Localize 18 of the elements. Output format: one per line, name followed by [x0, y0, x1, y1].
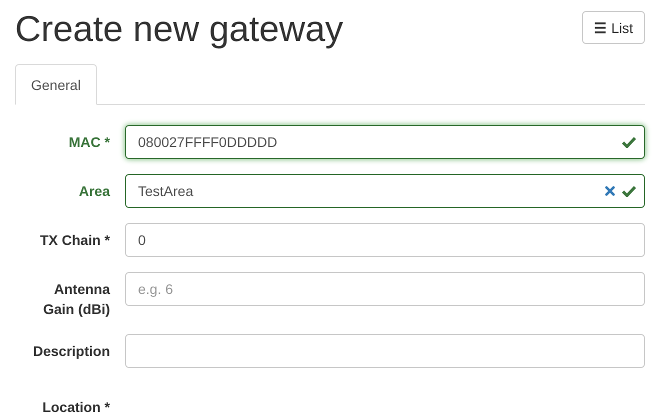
general-tab[interactable]: General: [15, 64, 97, 105]
input-field[interactable]: 080027FFFF0DDDDD: [125, 125, 645, 159]
field-label: Description: [32, 342, 110, 361]
input-field[interactable]: TestArea: [125, 174, 645, 208]
check-icon: [622, 136, 636, 148]
field-label: Area: [78, 182, 110, 201]
field-label: Antenna Gain (dBi): [42, 280, 110, 319]
clear-icon[interactable]: [605, 186, 615, 196]
check-icon: [622, 185, 636, 197]
field-label: TX Chain *: [38, 231, 110, 250]
list-icon: ☰: [594, 20, 608, 36]
input-field[interactable]: [125, 334, 645, 368]
page-title: Create new gateway: [15, 9, 344, 49]
field-label: MAC *: [68, 133, 110, 152]
field-label: Location *: [41, 398, 110, 414]
list-button[interactable]: ☰ List: [582, 11, 645, 44]
input-field[interactable]: e.g. 6: [125, 272, 645, 306]
input-field[interactable]: 0: [125, 223, 645, 257]
